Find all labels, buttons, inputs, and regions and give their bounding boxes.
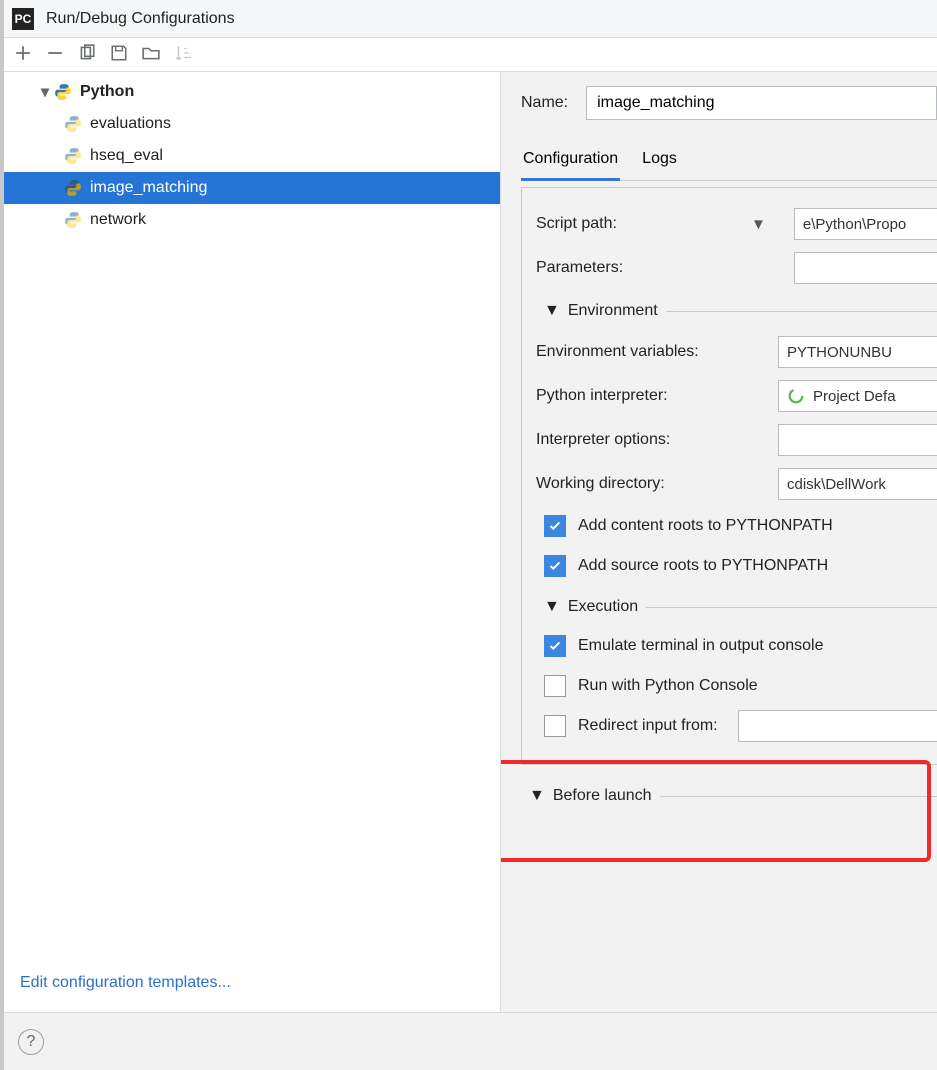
add-icon[interactable]: [14, 44, 32, 66]
sort-icon[interactable]: [174, 44, 192, 66]
env-vars-row: Environment variables:: [536, 330, 937, 374]
checkbox-source-roots[interactable]: [544, 555, 566, 577]
help-icon[interactable]: ?: [18, 1029, 44, 1055]
section-title: Environment: [568, 302, 658, 320]
config-tree[interactable]: ▾ Python evaluations hseq_eval: [4, 72, 500, 960]
tab-logs[interactable]: Logs: [640, 146, 679, 180]
interpreter-opts-input[interactable]: [778, 424, 937, 456]
env-vars-label: Environment variables:: [536, 343, 699, 361]
interpreter-opts-label: Interpreter options:: [536, 431, 670, 449]
checkbox-redirect-input[interactable]: [544, 715, 566, 737]
python-icon: [64, 179, 82, 197]
interpreter-select[interactable]: Project Defa: [778, 380, 937, 412]
env-vars-input[interactable]: [778, 336, 937, 368]
remove-icon[interactable]: [46, 44, 64, 66]
environment-section-header[interactable]: ▼ Environment: [544, 296, 937, 326]
parameters-row: Parameters: ▼: [536, 246, 937, 290]
tree-item-label: evaluations: [90, 115, 171, 133]
checkbox-label: Run with Python Console: [578, 677, 758, 695]
tree-item-label: image_matching: [90, 179, 207, 197]
working-dir-row: Working directory:: [536, 462, 937, 506]
loading-icon: [787, 387, 805, 405]
chevron-down-icon: ▼: [544, 598, 560, 616]
checkbox-label: Add content roots to PYTHONPATH: [578, 517, 833, 535]
checkbox-label: Redirect input from:: [578, 717, 718, 735]
dialog-window: PC Run/Debug Configurations ▾ Python: [0, 0, 937, 1070]
title-bar: PC Run/Debug Configurations: [4, 0, 937, 38]
before-launch-section-header[interactable]: ▼ Before launch: [529, 781, 937, 811]
tree-node-label: Python: [80, 83, 134, 101]
window-title: Run/Debug Configurations: [46, 10, 235, 28]
emulate-terminal-row[interactable]: Emulate terminal in output console: [536, 626, 937, 666]
chevron-down-icon: ▼: [529, 787, 545, 805]
divider: [666, 311, 937, 312]
checkbox-label: Emulate terminal in output console: [578, 637, 823, 655]
tree-node-python[interactable]: ▾ Python: [4, 76, 500, 108]
edit-templates-link[interactable]: Edit configuration templates...: [4, 960, 500, 1012]
dialog-body: ▾ Python evaluations hseq_eval: [4, 38, 937, 1070]
tree-item-evaluations[interactable]: evaluations: [4, 108, 500, 140]
split-panel: ▾ Python evaluations hseq_eval: [4, 72, 937, 1012]
checkbox-run-python-console[interactable]: [544, 675, 566, 697]
tabs: Configuration Logs: [521, 146, 937, 181]
interpreter-value: Project Defa: [813, 388, 896, 405]
tree-item-hseq-eval[interactable]: hseq_eval: [4, 140, 500, 172]
config-panel: Script path: ▼ Parameters: ▼ ▼ Environme…: [521, 187, 937, 765]
chevron-down-icon[interactable]: ▼: [751, 216, 766, 233]
python-icon: [64, 211, 82, 229]
redirect-input-path[interactable]: [738, 710, 937, 742]
chevron-down-icon: ▾: [38, 82, 52, 102]
config-tree-panel: ▾ Python evaluations hseq_eval: [4, 72, 501, 1012]
annotation-highlight: [501, 760, 931, 862]
parameters-input[interactable]: [794, 252, 937, 284]
checkbox-content-roots[interactable]: [544, 515, 566, 537]
folder-icon[interactable]: [142, 44, 160, 66]
python-icon: [64, 115, 82, 133]
interpreter-label: Python interpreter:: [536, 387, 668, 405]
working-dir-input[interactable]: [778, 468, 937, 500]
redirect-input-row[interactable]: Redirect input from:: [536, 706, 937, 746]
checkbox-label: Add source roots to PYTHONPATH: [578, 557, 828, 575]
name-input[interactable]: [586, 86, 937, 120]
section-title: Before launch: [553, 787, 652, 805]
working-dir-label: Working directory:: [536, 475, 665, 493]
execution-section-header[interactable]: ▼ Execution: [544, 592, 937, 622]
tree-item-image-matching[interactable]: image_matching: [4, 172, 500, 204]
toolbar: [4, 38, 937, 72]
source-roots-row[interactable]: Add source roots to PYTHONPATH: [536, 546, 937, 586]
divider: [660, 796, 937, 797]
script-path-label: Script path:: [536, 215, 617, 233]
copy-icon[interactable]: [78, 44, 96, 66]
run-python-console-row[interactable]: Run with Python Console: [536, 666, 937, 706]
python-icon: [54, 83, 72, 101]
content-roots-row[interactable]: Add content roots to PYTHONPATH: [536, 506, 937, 546]
python-icon: [64, 147, 82, 165]
save-icon[interactable]: [110, 44, 128, 66]
checkbox-emulate-terminal[interactable]: [544, 635, 566, 657]
interpreter-opts-row: Interpreter options:: [536, 418, 937, 462]
script-path-input[interactable]: [794, 208, 937, 240]
pycharm-icon: PC: [12, 8, 34, 30]
divider: [646, 607, 937, 608]
tab-configuration[interactable]: Configuration: [521, 146, 620, 181]
name-row: Name:: [521, 86, 937, 120]
tree-item-label: hseq_eval: [90, 147, 163, 165]
parameters-label: Parameters:: [536, 259, 623, 277]
interpreter-row: Python interpreter: Project Defa: [536, 374, 937, 418]
section-title: Execution: [568, 598, 638, 616]
name-label: Name:: [521, 94, 568, 112]
config-editor-panel: Name: Configuration Logs Script path: ▼: [501, 72, 937, 1012]
script-path-row: Script path: ▼: [536, 202, 937, 246]
tree-item-label: network: [90, 211, 146, 229]
tree-item-network[interactable]: network: [4, 204, 500, 236]
chevron-down-icon: ▼: [544, 302, 560, 320]
bottom-bar: ?: [4, 1012, 937, 1070]
